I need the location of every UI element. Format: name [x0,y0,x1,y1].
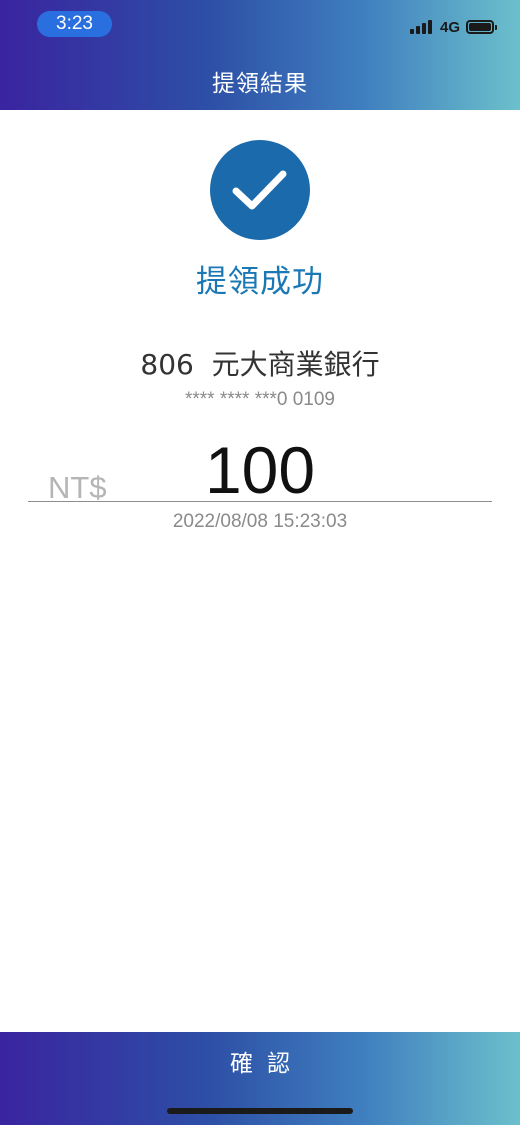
app-header: 3:23 4G 提領結果 [0,0,520,110]
amount-divider [28,501,492,502]
battery-full-icon [466,20,497,34]
home-indicator[interactable] [167,1108,353,1114]
status-time: 3:23 [37,11,112,37]
result-title: 提領成功 [196,264,324,300]
bank-name: 806 元大商業銀行 [140,348,380,381]
signal-bars-icon [409,20,434,34]
checkmark-circle-icon [210,140,310,240]
transaction-timestamp: 2022/08/08 15:23:03 [172,511,348,532]
page-title: 提領結果 [212,71,308,97]
network-type: 4G [439,18,460,36]
amount-value: 100 [204,433,316,507]
status-indicators: 4G [409,16,497,38]
confirm-button-label: 確認 [230,1051,304,1077]
account-number: **** **** ***0 0109 [184,389,335,410]
